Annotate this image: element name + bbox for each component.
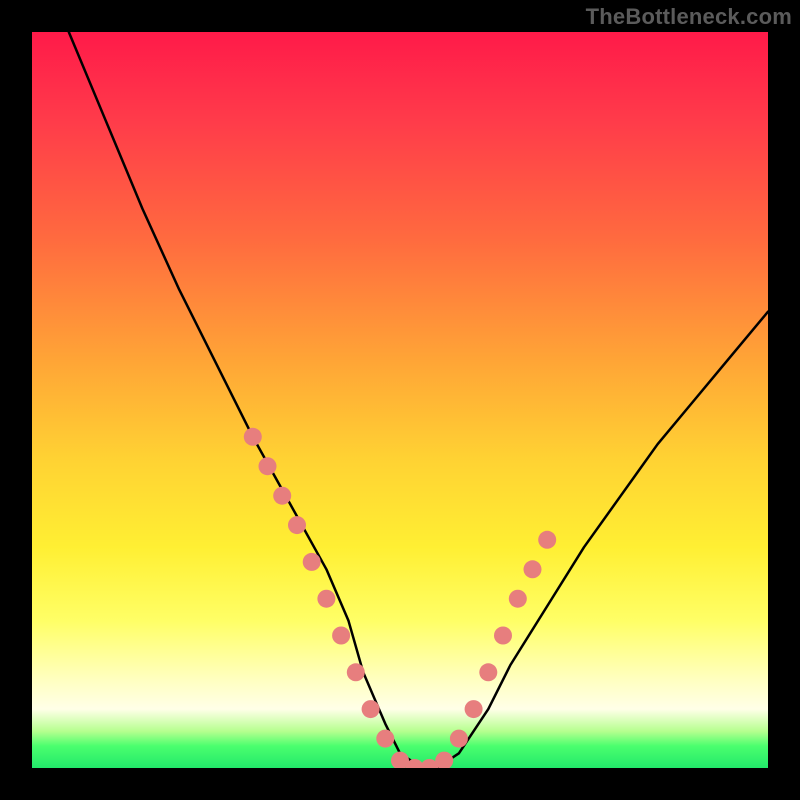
- sample-point: [332, 627, 350, 645]
- sample-point: [362, 700, 380, 718]
- sample-point: [538, 531, 556, 549]
- chart-frame: TheBottleneck.com: [0, 0, 800, 800]
- sample-point: [288, 516, 306, 534]
- sample-point: [509, 590, 527, 608]
- sample-point: [303, 553, 321, 571]
- sample-point: [317, 590, 335, 608]
- sample-point: [524, 560, 542, 578]
- sample-point: [494, 627, 512, 645]
- watermark-text: TheBottleneck.com: [586, 4, 792, 30]
- sample-point: [450, 730, 468, 748]
- chart-svg: [32, 32, 768, 768]
- sample-point: [347, 663, 365, 681]
- bottleneck-curve: [69, 32, 768, 768]
- sample-point: [479, 663, 497, 681]
- sample-point: [273, 487, 291, 505]
- sample-points: [244, 428, 556, 768]
- plot-area: [32, 32, 768, 768]
- sample-point: [376, 730, 394, 748]
- sample-point: [244, 428, 262, 446]
- sample-point: [259, 457, 277, 475]
- sample-point: [465, 700, 483, 718]
- sample-point: [435, 752, 453, 768]
